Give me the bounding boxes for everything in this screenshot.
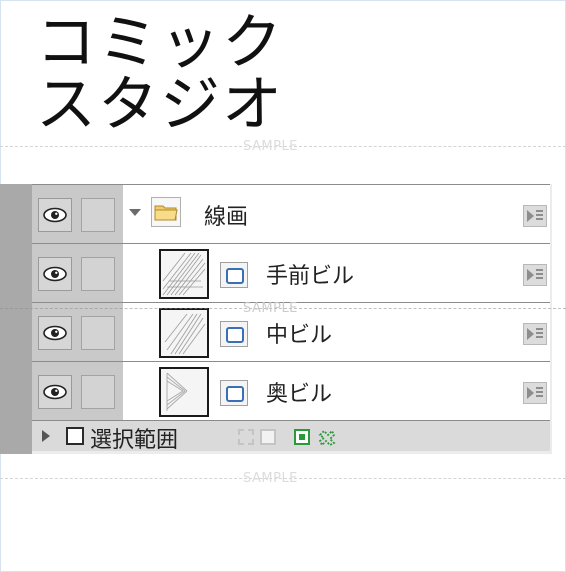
layer-row-folder[interactable]: 線画 bbox=[32, 184, 550, 243]
watermark-bottom: SAMPLE bbox=[0, 471, 566, 486]
panel-left-strip bbox=[0, 184, 32, 454]
selection-marching-icon[interactable] bbox=[318, 429, 336, 447]
panel-bottom-strip bbox=[32, 451, 550, 454]
visibility-toggle[interactable] bbox=[38, 257, 72, 291]
lock-toggle[interactable] bbox=[81, 257, 115, 291]
eye-icon bbox=[43, 266, 67, 282]
watermark-text: SAMPLE bbox=[243, 301, 298, 316]
title-line-2: スタジオ bbox=[36, 70, 284, 140]
layer-properties-icon[interactable] bbox=[523, 323, 547, 345]
visibility-cell bbox=[32, 244, 123, 302]
layer-name: 中ビル bbox=[266, 323, 333, 348]
watermark-text: SAMPLE bbox=[243, 471, 298, 486]
expand-arrow-icon[interactable] bbox=[129, 209, 141, 216]
visibility-toggle[interactable] bbox=[38, 316, 72, 350]
layer-properties-icon[interactable] bbox=[523, 205, 547, 227]
layer-name: 線画 bbox=[204, 205, 249, 230]
eye-icon bbox=[43, 207, 67, 223]
layer-row[interactable]: 手前ビル bbox=[32, 243, 550, 302]
watermark-middle: SAMPLE bbox=[0, 301, 566, 316]
layer-properties-icon[interactable] bbox=[523, 264, 547, 286]
layer-thumbnail bbox=[159, 249, 209, 299]
layer-name: 奥ビル bbox=[266, 382, 333, 407]
watermark-text: SAMPLE bbox=[243, 139, 298, 154]
selection-mode-icon[interactable] bbox=[238, 429, 254, 445]
selection-icon bbox=[66, 427, 84, 445]
eye-icon bbox=[43, 384, 67, 400]
lock-toggle[interactable] bbox=[81, 375, 115, 409]
layer-name: 手前ビル bbox=[266, 264, 355, 289]
raster-layer-icon bbox=[220, 262, 248, 288]
lock-toggle[interactable] bbox=[81, 198, 115, 232]
folder-icon bbox=[151, 197, 181, 227]
visibility-toggle[interactable] bbox=[38, 375, 72, 409]
layer-row[interactable]: 奥ビル bbox=[32, 361, 550, 420]
selection-label: 選択範囲 bbox=[90, 428, 179, 453]
layer-panel: 線画 手前ビル 中ビル 奥ビル 選択範囲 bbox=[0, 184, 552, 454]
visibility-toggle[interactable] bbox=[38, 198, 72, 232]
raster-layer-icon bbox=[220, 321, 248, 347]
selection-mode-icon[interactable] bbox=[260, 429, 276, 445]
title-line-1: コミック bbox=[36, 8, 284, 78]
watermark-top: SAMPLE bbox=[0, 139, 566, 154]
eye-icon bbox=[43, 325, 67, 341]
selection-layer-bar[interactable]: 選択範囲 bbox=[32, 420, 550, 453]
visibility-cell bbox=[32, 362, 123, 420]
raster-layer-icon bbox=[220, 380, 248, 406]
visibility-cell bbox=[32, 185, 123, 243]
expand-arrow-icon[interactable] bbox=[42, 430, 50, 442]
layer-thumbnail bbox=[159, 367, 209, 417]
selection-show-icon[interactable] bbox=[294, 429, 310, 445]
layer-thumbnail bbox=[159, 308, 209, 358]
layer-properties-icon[interactable] bbox=[523, 382, 547, 404]
lock-toggle[interactable] bbox=[81, 316, 115, 350]
